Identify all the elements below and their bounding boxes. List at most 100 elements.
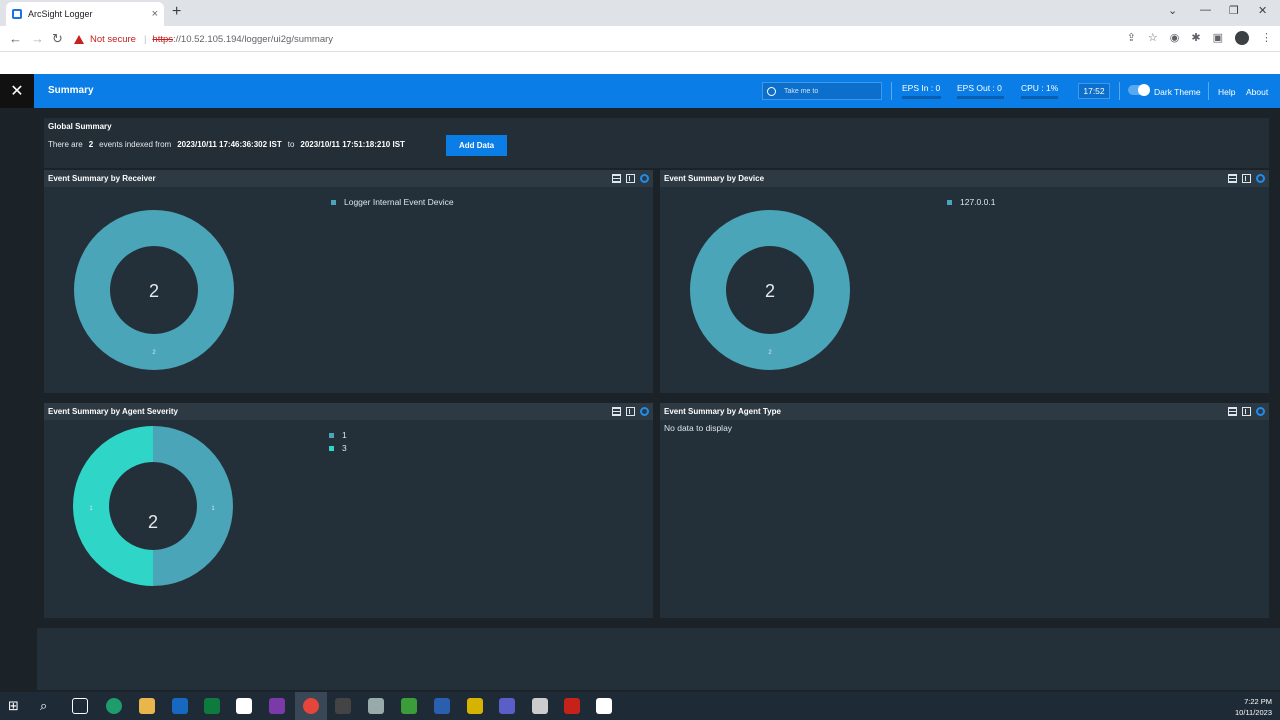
page-title: Summary — [48, 85, 94, 96]
severity-panel: Event Summary by Agent Severity 1 3 2 1 … — [44, 403, 653, 618]
windows-start-icon[interactable]: ⊞ — [8, 698, 24, 714]
sidebar-icon[interactable]: ▣ — [1213, 31, 1223, 45]
share-icon[interactable]: ⇪ — [1127, 31, 1136, 45]
refresh-icon[interactable] — [640, 174, 649, 183]
chart-view-icon[interactable] — [1242, 174, 1251, 183]
summary-middle: events indexed from — [99, 140, 172, 149]
app-c-icon[interactable] — [401, 698, 417, 714]
search-icon[interactable]: ⌕ — [40, 698, 56, 714]
severity-panel-title: Event Summary by Agent Severity — [48, 407, 178, 416]
app-window-icon[interactable] — [368, 698, 384, 714]
legend-item[interactable]: Logger Internal Event Device — [331, 197, 454, 207]
app-r-icon[interactable] — [335, 698, 351, 714]
url-separator: | — [143, 33, 147, 45]
agent-type-panel-title: Event Summary by Agent Type — [664, 407, 781, 416]
chrome-icon[interactable] — [303, 698, 319, 714]
panel-actions — [1228, 407, 1265, 416]
global-summary-text: There are 2 events indexed from 2023/10/… — [48, 140, 411, 149]
forward-arrow-icon[interactable]: → — [31, 31, 44, 46]
eps-in-bar — [902, 96, 941, 99]
menu-dots-icon[interactable]: ⋮ — [1261, 31, 1272, 45]
chart-view-icon[interactable] — [626, 407, 635, 416]
dark-theme-toggle[interactable] — [1128, 84, 1150, 96]
legend-item[interactable]: 1 — [329, 430, 347, 440]
receiver-donut-chart: 2 2 — [74, 210, 234, 370]
legend-swatch — [329, 445, 334, 451]
about-link[interactable]: About — [1246, 87, 1268, 97]
security-status[interactable]: Not secure — [90, 34, 136, 45]
url-field[interactable]: Not secure | https ://10.52.105.194/logg… — [74, 29, 1174, 49]
event-count: 2 — [88, 140, 94, 149]
arcsight-favicon-icon — [12, 9, 22, 19]
app-remote-icon[interactable] — [434, 698, 450, 714]
table-view-icon[interactable] — [612, 407, 621, 416]
tab-close-icon[interactable]: × — [152, 8, 158, 20]
refresh-icon[interactable] — [640, 407, 649, 416]
panel-actions — [612, 174, 649, 183]
refresh-icon[interactable] — [1256, 174, 1265, 183]
url-scheme: https — [152, 33, 174, 45]
device-donut-chart: 2 2 — [690, 210, 850, 370]
onenote-icon[interactable] — [269, 698, 285, 714]
chart-view-icon[interactable] — [626, 174, 635, 183]
donut-slice-1[interactable] — [152, 426, 233, 586]
tab-search-icon[interactable]: ⌄ — [1168, 4, 1177, 17]
eps-out-stat[interactable]: EPS Out : 0 — [957, 83, 1002, 93]
browser-address-bar: ← → ↻ Not secure | https ://10.52.105.19… — [0, 26, 1280, 52]
browser-tab[interactable]: ArcSight Logger × — [6, 2, 164, 26]
panel-actions — [1228, 174, 1265, 183]
edge-icon[interactable] — [106, 698, 122, 714]
bookmark-star-icon[interactable]: ☆ — [1148, 31, 1158, 45]
donut-slice-3[interactable] — [73, 426, 154, 586]
eps-in-stat[interactable]: EPS In : 0 — [902, 83, 940, 93]
puzzle-icon[interactable]: ✱ — [1191, 31, 1200, 45]
taskbar-date: 10/11/2023 — [1235, 708, 1272, 717]
search-input[interactable] — [784, 87, 874, 95]
chart-view-icon[interactable] — [1242, 407, 1251, 416]
extension-icon[interactable]: ◉ — [1170, 31, 1180, 45]
arcsight-logo-icon[interactable]: ✕ — [0, 74, 34, 108]
table-view-icon[interactable] — [1228, 174, 1237, 183]
help-link[interactable]: Help — [1218, 87, 1235, 97]
legend-swatch — [329, 432, 334, 438]
table-view-icon[interactable] — [1228, 407, 1237, 416]
legend-label: 3 — [342, 443, 347, 453]
app-check-icon[interactable] — [467, 698, 483, 714]
app-s-icon[interactable] — [204, 698, 220, 714]
teams-icon[interactable] — [499, 698, 515, 714]
file-explorer-icon[interactable] — [139, 698, 155, 714]
legend-item[interactable]: 127.0.0.1 — [947, 197, 995, 207]
panel-header: Event Summary by Agent Severity — [44, 403, 653, 420]
close-window-icon[interactable]: ✕ — [1258, 4, 1267, 17]
to-timestamp: 2023/10/11 17:51:18:210 IST — [300, 140, 405, 149]
taskbar-clock[interactable]: 7:22 PM 10/11/2023 — [1235, 696, 1272, 718]
eps-out-bar — [957, 96, 1004, 99]
acrobat-icon[interactable] — [564, 698, 580, 714]
bottom-panel — [37, 628, 1280, 690]
from-timestamp: 2023/10/11 17:46:36:302 IST — [177, 140, 282, 149]
task-view-icon[interactable] — [72, 698, 88, 714]
back-arrow-icon[interactable]: ← — [9, 31, 22, 46]
legend-item[interactable]: 3 — [329, 443, 347, 453]
take-me-to-search[interactable] — [762, 82, 882, 100]
cpu-bar — [1021, 96, 1058, 99]
no-data-message: No data to display — [664, 423, 733, 433]
panel-actions — [612, 407, 649, 416]
table-view-icon[interactable] — [612, 174, 621, 183]
donut-total: 2 — [148, 512, 158, 532]
app-grid-icon[interactable] — [236, 698, 252, 714]
outlook-icon[interactable] — [172, 698, 188, 714]
new-tab-button[interactable]: + — [172, 3, 181, 21]
app-cloud-icon[interactable] — [532, 698, 548, 714]
minimize-icon[interactable]: — — [1200, 4, 1211, 16]
refresh-icon[interactable] — [1256, 407, 1265, 416]
dashboard-content: Global Summary There are 2 events indexe… — [0, 108, 1280, 692]
profile-avatar[interactable] — [1235, 31, 1249, 45]
cpu-stat[interactable]: CPU : 1% — [1021, 83, 1058, 93]
reload-icon[interactable]: ↻ — [52, 31, 63, 47]
restore-icon[interactable]: ❐ — [1229, 4, 1239, 17]
donut-total: 2 — [765, 281, 775, 301]
add-data-button[interactable]: Add Data — [446, 135, 507, 156]
app-c2-icon[interactable] — [596, 698, 612, 714]
header-divider — [891, 82, 892, 100]
